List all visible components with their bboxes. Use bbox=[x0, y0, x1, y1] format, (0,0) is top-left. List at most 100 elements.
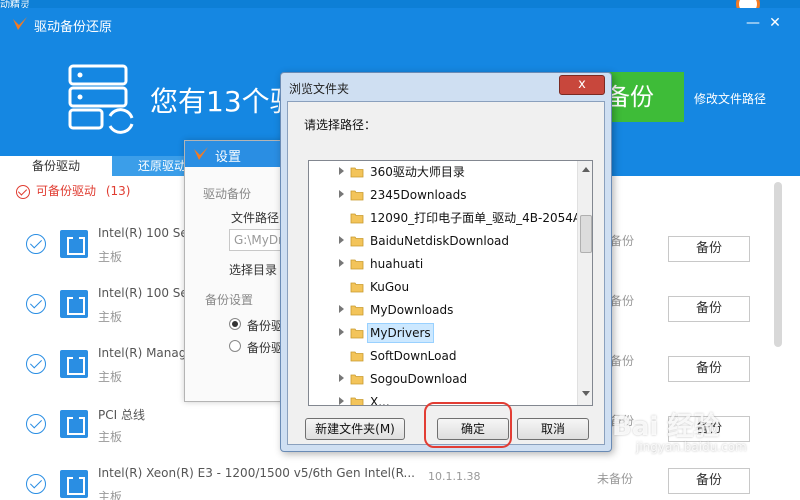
section-backup-settings: 备份设置 bbox=[205, 293, 254, 307]
driver-type: 主板 bbox=[98, 370, 123, 384]
expand-arrow-icon[interactable] bbox=[339, 167, 344, 175]
browse-dialog-body: 请选择路径： 360驱动大师目录 2345Downloads 12090_打印电… bbox=[287, 101, 605, 445]
backup-count-value: (13) bbox=[105, 184, 131, 198]
expand-arrow-icon[interactable] bbox=[339, 190, 344, 198]
folder-icon bbox=[350, 351, 364, 362]
server-backup-icon bbox=[68, 64, 134, 134]
driver-backup-button[interactable]: 备份 bbox=[668, 296, 750, 322]
folder-item[interactable]: 2345Downloads bbox=[309, 184, 579, 207]
cancel-button[interactable]: 取消 bbox=[517, 418, 589, 440]
driver-row: Intel(R) Xeon(R) E3 - 1200/1500 v5/6th G… bbox=[0, 462, 770, 500]
driver-type: 主板 bbox=[98, 490, 123, 500]
title-bar: 驱动备份还原 — ✕ bbox=[0, 8, 800, 40]
baidu-watermark-url: jingyan.baidu.com bbox=[636, 440, 747, 454]
row-check-icon[interactable] bbox=[26, 414, 46, 434]
row-check-icon[interactable] bbox=[26, 294, 46, 314]
scroll-up-icon[interactable] bbox=[582, 167, 590, 172]
folder-icon bbox=[350, 397, 364, 405]
driver-backup-button[interactable]: 备份 bbox=[668, 236, 750, 262]
folder-name: X... bbox=[370, 395, 390, 406]
folder-name: SoftDownLoad bbox=[370, 349, 457, 363]
scroll-down-icon[interactable] bbox=[582, 391, 590, 396]
browse-close-button[interactable]: x bbox=[559, 75, 605, 95]
folder-tree[interactable]: 360驱动大师目录 2345Downloads 12090_打印电子面单_驱动_… bbox=[308, 160, 593, 406]
choose-directory-label[interactable]: 选择目录 bbox=[229, 261, 277, 278]
folder-item[interactable]: SogouDownload bbox=[309, 368, 579, 391]
folder-icon bbox=[350, 282, 364, 293]
backup-all-button[interactable]: 备份 bbox=[600, 72, 684, 122]
folder-icon bbox=[350, 213, 364, 224]
folder-item[interactable]: SoftDownLoad bbox=[309, 345, 579, 368]
driver-type: 主板 bbox=[98, 430, 123, 444]
folder-item[interactable]: 12090_打印电子面单_驱动_4B-2054A bbox=[309, 207, 581, 230]
driver-status: 未备份 bbox=[597, 472, 634, 486]
folder-item-selected[interactable]: MyDrivers bbox=[309, 322, 579, 345]
folder-icon bbox=[350, 236, 364, 247]
driver-type: 主板 bbox=[98, 250, 123, 264]
app-logo-icon bbox=[13, 17, 27, 30]
backup-option-radio-1[interactable] bbox=[229, 318, 241, 330]
list-scrollbar[interactable] bbox=[774, 182, 782, 347]
modify-path-link[interactable]: 修改文件路径 bbox=[694, 90, 766, 107]
folder-icon bbox=[350, 259, 364, 270]
scroll-thumb[interactable] bbox=[580, 215, 592, 253]
folder-name: 12090_打印电子面单_驱动_4B-2054A bbox=[370, 211, 582, 225]
tab-backup-drivers[interactable]: 备份驱动 bbox=[0, 156, 112, 176]
expand-arrow-icon[interactable] bbox=[339, 236, 344, 244]
driver-backup-button[interactable]: 备份 bbox=[668, 468, 750, 494]
expand-arrow-icon[interactable] bbox=[339, 374, 344, 382]
close-button[interactable]: ✕ bbox=[766, 14, 784, 32]
row-check-icon[interactable] bbox=[26, 234, 46, 254]
chip-icon bbox=[60, 290, 88, 318]
folder-icon bbox=[350, 305, 364, 316]
folder-icon bbox=[350, 328, 364, 339]
driver-name: Intel(R) Manag bbox=[98, 346, 187, 360]
driver-backup-button[interactable]: 备份 bbox=[668, 356, 750, 382]
banner-headline: 您有13个驱 bbox=[150, 85, 280, 118]
driver-name: Intel(R) Xeon(R) E3 - 1200/1500 v5/6th G… bbox=[98, 466, 415, 480]
settings-title: 设置 bbox=[215, 150, 242, 165]
expand-arrow-icon[interactable] bbox=[339, 328, 344, 336]
backup-option-label-1: 备份驱 bbox=[247, 319, 284, 333]
folder-item[interactable]: MyDownloads bbox=[309, 299, 579, 322]
chip-icon bbox=[60, 410, 88, 438]
window-title: 驱动备份还原 bbox=[34, 20, 113, 35]
row-check-icon[interactable] bbox=[26, 354, 46, 374]
new-folder-button[interactable]: 新建文件夹(M) bbox=[305, 418, 405, 440]
folder-icon bbox=[350, 167, 364, 178]
folder-name: KuGou bbox=[370, 280, 410, 294]
driver-name: Intel(R) 100 Se bbox=[98, 286, 188, 300]
driver-name: PCI 总线 bbox=[98, 408, 145, 422]
backup-option-radio-2[interactable] bbox=[229, 340, 241, 352]
chip-icon bbox=[60, 470, 88, 498]
parent-window-strip: 动精灵 bbox=[0, 0, 800, 16]
folder-icon bbox=[350, 374, 364, 385]
minimize-button[interactable]: — bbox=[744, 14, 762, 32]
file-path-input[interactable]: G:\MyDr bbox=[229, 229, 283, 251]
folder-icon bbox=[350, 190, 364, 201]
row-check-icon[interactable] bbox=[26, 474, 46, 494]
tree-scrollbar[interactable] bbox=[577, 161, 592, 405]
chip-icon bbox=[60, 350, 88, 378]
select-path-prompt: 请选择路径： bbox=[304, 118, 377, 132]
driver-name: Intel(R) 100 Se bbox=[98, 226, 188, 240]
folder-item[interactable]: huahuati bbox=[309, 253, 579, 276]
file-path-label: 文件路径 bbox=[231, 211, 280, 225]
select-all-row[interactable]: 可备份驱动 (13) bbox=[16, 182, 130, 199]
settings-dialog: 设置 驱动备份 文件路径 G:\MyDr 选择目录 备份设置 备份驱 备份驱 bbox=[184, 140, 284, 402]
folder-item[interactable]: BaiduNetdiskDownload bbox=[309, 230, 579, 253]
select-all-check-icon[interactable] bbox=[16, 184, 30, 199]
ok-highlight-annotation bbox=[424, 402, 512, 448]
folder-name: SogouDownload bbox=[370, 372, 468, 386]
driver-status: 备份 bbox=[610, 234, 635, 248]
expand-arrow-icon[interactable] bbox=[339, 259, 344, 267]
folder-item[interactable]: KuGou bbox=[309, 276, 579, 299]
expand-arrow-icon[interactable] bbox=[339, 305, 344, 313]
folder-item[interactable]: 360驱动大师目录 bbox=[309, 161, 579, 184]
folder-name: 2345Downloads bbox=[370, 188, 467, 202]
chip-icon bbox=[60, 230, 88, 258]
settings-logo-icon bbox=[194, 147, 208, 160]
folder-name: 360驱动大师目录 bbox=[370, 165, 465, 179]
driver-status: 备份 bbox=[610, 354, 635, 368]
expand-arrow-icon[interactable] bbox=[339, 397, 344, 405]
